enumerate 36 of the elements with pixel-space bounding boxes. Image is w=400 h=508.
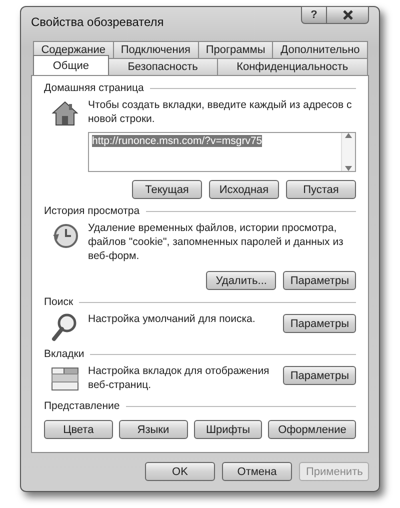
section-heading: Домашняя страница: [44, 82, 144, 94]
tab[interactable]: Конфиденциальность: [216, 58, 368, 75]
tab[interactable]: Общие: [33, 55, 109, 75]
tab[interactable]: Безопасность: [108, 58, 218, 75]
section-button[interactable]: Цвета: [44, 420, 113, 439]
close-icon: [342, 10, 354, 20]
section-button[interactable]: Оформление: [268, 420, 356, 439]
section-description: Настройка вкладок для отображения веб-страниц.: [88, 364, 270, 392]
clock-icon: [50, 221, 80, 251]
tab[interactable]: Подключения: [112, 41, 199, 58]
tab[interactable]: Дополнительно: [272, 41, 368, 58]
close-button[interactable]: [327, 6, 369, 24]
section-button[interactable]: Пустая: [286, 180, 356, 199]
scroll-up-icon[interactable]: [345, 133, 352, 138]
section-button[interactable]: Удалить...: [206, 271, 276, 290]
section-button[interactable]: Параметры: [283, 271, 356, 290]
window-title: Свойства обозревателя: [31, 14, 165, 29]
section-description: Настройка умолчаний для поиска.: [88, 312, 256, 326]
url-field[interactable]: http://runonce.msn.com/?v=msgrv75: [88, 132, 356, 172]
scroll-down-icon[interactable]: [345, 166, 352, 171]
section-description: Удаление временных файлов, истории просмотра, файлов "cookie", запомненных паролей и данных из веб-форм.: [88, 221, 344, 263]
section-heading: Представление: [44, 400, 120, 412]
dialog-button[interactable]: Отмена: [222, 462, 292, 481]
section-button[interactable]: Языки: [118, 420, 188, 439]
section-heading: Поиск: [44, 296, 74, 308]
section-heading: Вкладки: [44, 348, 84, 360]
section-button[interactable]: Текущая: [132, 180, 202, 199]
section-button[interactable]: Параметры: [283, 366, 356, 385]
section-button[interactable]: Шрифты: [194, 420, 262, 439]
dialog-button[interactable]: OK: [145, 462, 215, 481]
help-button[interactable]: ?: [301, 6, 327, 24]
tab[interactable]: Программы: [198, 41, 274, 58]
section-button[interactable]: Исходная: [209, 180, 279, 199]
section-description: Чтобы создать вкладки, введите каждый из адресов с новой строки.: [88, 98, 353, 126]
section-button[interactable]: Параметры: [283, 314, 356, 333]
section-heading: История просмотра: [44, 205, 140, 217]
